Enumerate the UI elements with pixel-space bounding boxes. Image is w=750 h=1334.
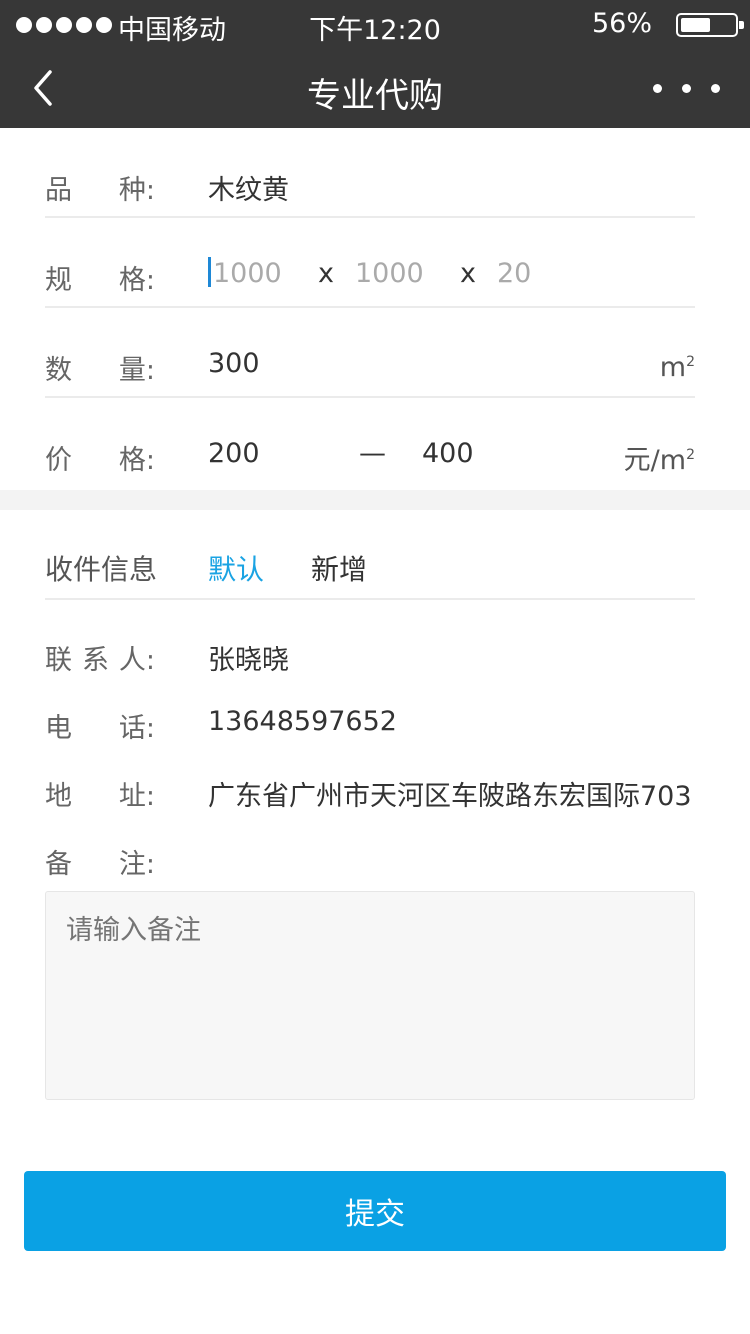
note-label: 备注: xyxy=(45,849,155,880)
more-horizontal-icon[interactable] xyxy=(653,84,720,93)
address-value: 广东省广州市天河区车陂路东宏国际703 xyxy=(208,781,692,812)
contact-row: 联系人: 张晓晓 xyxy=(45,638,745,678)
text-cursor xyxy=(208,256,211,287)
note-row: 备注: xyxy=(45,842,745,882)
variety-row: 品种: 木纹黄 xyxy=(45,128,695,218)
address-label: 地址: xyxy=(45,781,155,812)
price-max-input[interactable]: 400 xyxy=(422,438,474,469)
spec-row: 规格: 1000 x 1000 x 20 xyxy=(45,218,695,308)
spec-label: 规格: xyxy=(45,265,155,296)
contact-label: 联系人: xyxy=(45,645,155,676)
quantity-input[interactable]: 300 xyxy=(208,348,260,379)
tab-default-address[interactable]: 默认 xyxy=(208,548,264,588)
phone-value: 13648597652 xyxy=(208,706,397,737)
tab-new-address[interactable]: 新增 xyxy=(311,548,367,588)
price-min-input[interactable]: 200 xyxy=(208,438,260,469)
quantity-row: 数量: 300 m2 xyxy=(45,308,695,398)
price-unit: 元/m2 xyxy=(623,445,695,476)
phone-row: 电话: 13648597652 xyxy=(45,706,745,746)
note-textarea[interactable] xyxy=(45,891,695,1100)
spec-length-input[interactable]: 1000 xyxy=(213,258,318,289)
spec-separator: x xyxy=(460,258,476,289)
phone-label: 电话: xyxy=(45,713,155,744)
status-bar: 中国移动 下午12:20 56% xyxy=(0,0,750,50)
section-divider xyxy=(0,490,750,510)
variety-value[interactable]: 木纹黄 xyxy=(208,168,289,207)
price-label: 价格: xyxy=(45,445,155,476)
spec-thickness-input[interactable]: 20 xyxy=(497,258,531,289)
page-title: 专业代购 xyxy=(307,76,443,116)
receiver-header: 收件信息 默认 新增 xyxy=(45,510,695,600)
price-dash: — xyxy=(359,438,386,469)
battery-percentage: 56% xyxy=(591,8,652,39)
contact-value: 张晓晓 xyxy=(208,645,289,676)
nav-bar: 专业代购 xyxy=(0,50,750,128)
receiver-heading: 收件信息 xyxy=(45,553,158,586)
quantity-label: 数量: xyxy=(45,355,155,386)
variety-label: 品种: xyxy=(45,175,155,206)
spec-separator: x xyxy=(318,258,334,289)
price-row: 价格: 200 — 400 元/m2 xyxy=(45,398,695,488)
battery-icon xyxy=(676,13,744,37)
spec-width-input[interactable]: 1000 xyxy=(355,258,460,289)
quantity-unit: m2 xyxy=(659,352,695,383)
submit-button[interactable]: 提交 xyxy=(24,1171,726,1251)
address-row: 地址: 广东省广州市天河区车陂路东宏国际703 xyxy=(45,774,745,814)
product-form: 品种: 木纹黄 规格: 1000 x 1000 x 20 数量: 300 m2 … xyxy=(0,128,750,490)
